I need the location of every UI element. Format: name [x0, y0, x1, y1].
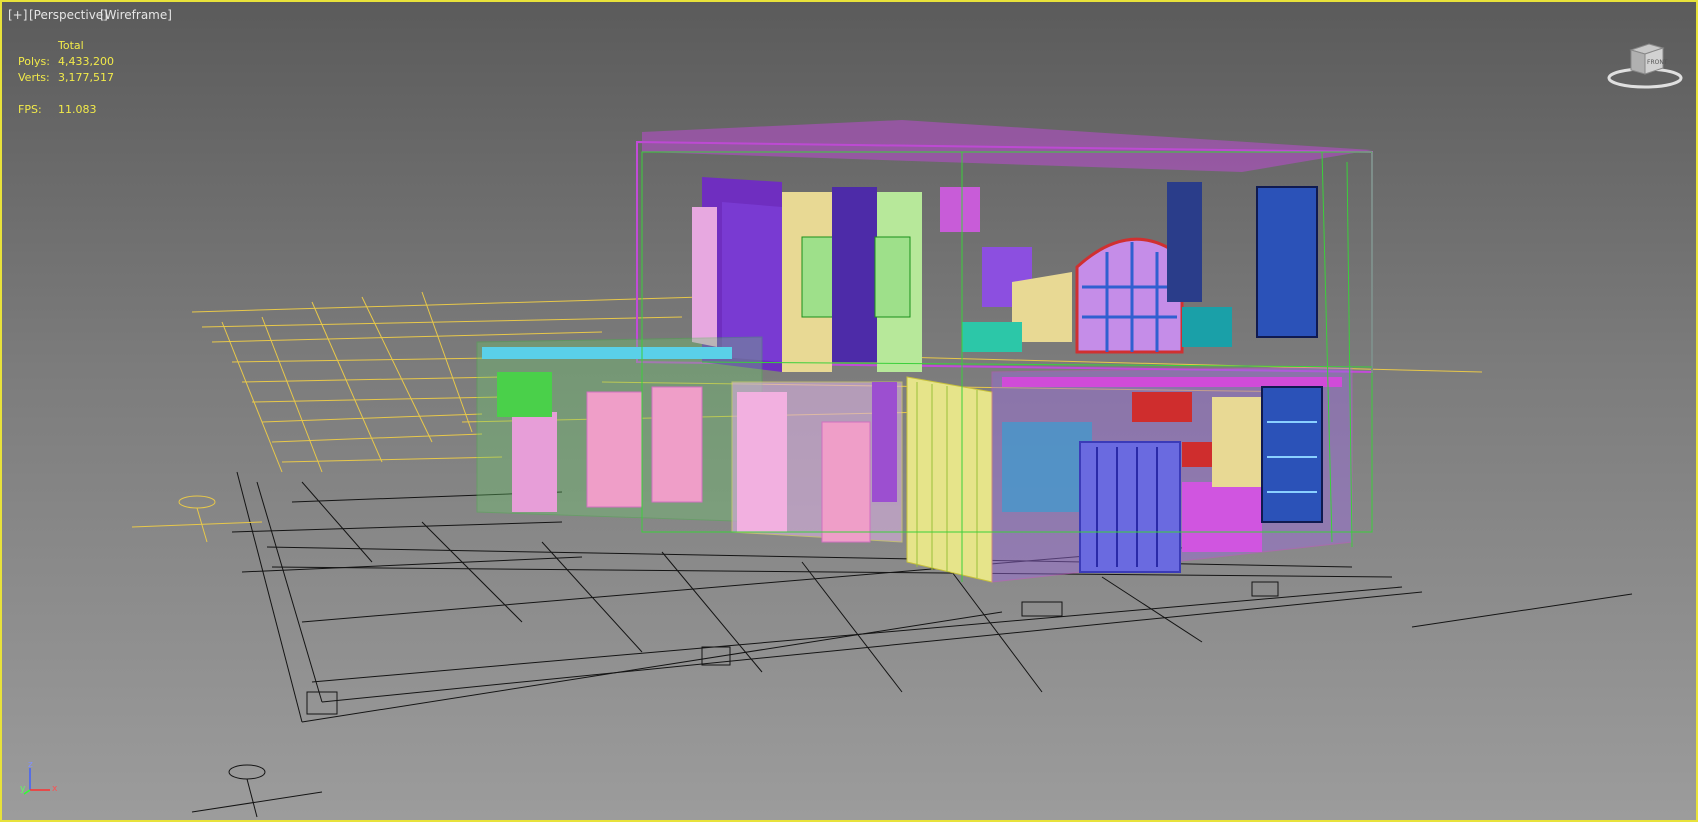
statistics-overlay: Total Polys: 4,433,200 Verts: 3,177,517 FP…: [18, 38, 114, 118]
wireframe-scene[interactable]: [2, 2, 1696, 820]
verts-value: 3,177,517: [58, 71, 114, 84]
stats-header: Total: [58, 39, 84, 52]
fps-label: FPS:: [18, 103, 42, 116]
viewport-menu-button[interactable]: [+]: [8, 8, 27, 22]
perspective-viewport[interactable]: [+] [Perspective] [Wireframe] Total Poly…: [0, 0, 1698, 822]
viewcube-navigator[interactable]: FRONT: [1605, 42, 1685, 92]
axis-y-label: y: [20, 784, 26, 794]
fps-value: 11.083: [58, 103, 97, 116]
viewport-shading-label[interactable]: [Wireframe]: [100, 8, 172, 22]
axis-z-label: z: [28, 760, 33, 770]
house-model: [476, 120, 1373, 583]
viewport-view-label[interactable]: [Perspective]: [29, 8, 108, 22]
polys-value: 4,433,200: [58, 55, 114, 68]
axis-x-label: x: [52, 784, 58, 794]
verts-label: Verts:: [18, 71, 50, 84]
polys-label: Polys:: [18, 55, 50, 68]
viewcube-front: [1630, 49, 1646, 75]
axis-tripod: z y x: [18, 760, 58, 800]
viewcube-face-label: FRONT: [1647, 59, 1668, 66]
